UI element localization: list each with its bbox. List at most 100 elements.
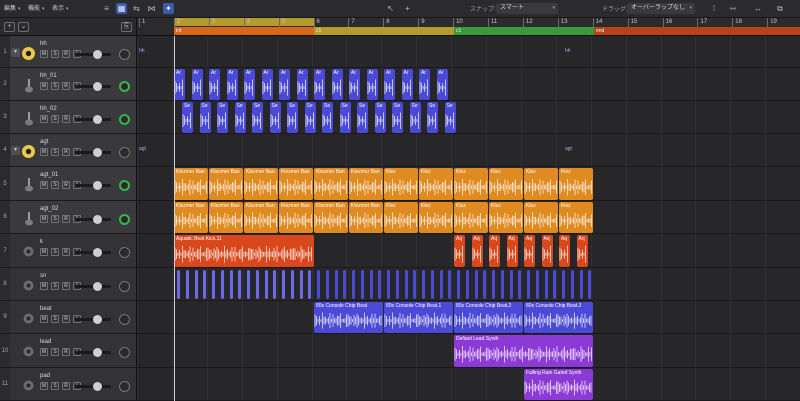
volume-fader[interactable] (75, 348, 111, 357)
region[interactable]: Aq (471, 235, 483, 267)
region[interactable] (238, 270, 242, 299)
region[interactable]: Se (444, 102, 456, 133)
record-button[interactable]: R (62, 315, 70, 323)
pan-knob[interactable] (119, 314, 130, 325)
region[interactable] (378, 270, 382, 299)
region[interactable] (352, 270, 355, 299)
region[interactable]: Klezmer Ban (209, 202, 243, 233)
track-header-sn[interactable]: 8snMSRI (0, 268, 137, 301)
region[interactable] (474, 270, 478, 299)
record-button[interactable]: R (62, 115, 70, 123)
record-button[interactable]: R (62, 50, 70, 58)
fader-knob[interactable] (93, 315, 102, 324)
region[interactable] (369, 270, 373, 299)
fader-knob[interactable] (93, 248, 102, 257)
solo-button[interactable]: S (51, 215, 59, 223)
track-name[interactable]: hh (40, 41, 47, 47)
record-button[interactable]: R (62, 215, 70, 223)
region[interactable]: Se (357, 102, 368, 133)
region[interactable] (570, 270, 574, 299)
region[interactable] (308, 270, 312, 299)
fader-knob[interactable] (93, 181, 102, 190)
region[interactable]: Aq (454, 235, 465, 267)
drag-select[interactable]: オーバーラップなし ▾ (627, 3, 695, 14)
marker-4[interactable]: end (594, 27, 800, 35)
region[interactable] (448, 270, 452, 299)
region[interactable] (457, 270, 460, 299)
lane-agt_01[interactable]: Klezmer Ban Klezmer Ban Klezmer Ban Klezmer… (137, 167, 800, 201)
region[interactable] (360, 270, 364, 299)
pan-knob[interactable] (119, 180, 130, 191)
track-name[interactable]: agt_02 (40, 206, 58, 212)
zoom-out-icon[interactable]: ↔ (752, 3, 764, 14)
region[interactable] (395, 270, 399, 299)
region[interactable] (509, 270, 513, 299)
region[interactable]: Defiant Lead Synth (454, 335, 593, 367)
record-button[interactable]: R (62, 282, 70, 290)
volume-fader[interactable] (75, 282, 111, 291)
region[interactable] (317, 270, 320, 299)
region[interactable] (185, 270, 189, 299)
region[interactable]: Ar (174, 69, 185, 100)
record-button[interactable]: R (62, 248, 70, 256)
region[interactable]: Aq (489, 235, 500, 267)
fader-knob[interactable] (93, 382, 102, 391)
lane-lead[interactable]: Defiant Lead Synth (137, 334, 800, 368)
region[interactable]: Klezmer Ban (174, 168, 208, 200)
fader-knob[interactable] (93, 282, 102, 291)
region[interactable]: Ar (226, 69, 238, 100)
track-header-agt[interactable]: 4▾agtMSRI (0, 134, 137, 167)
region[interactable]: Se (339, 102, 351, 133)
region[interactable] (535, 270, 539, 299)
pan-knob[interactable] (119, 49, 130, 60)
lane-hh[interactable]: hh hh (137, 36, 800, 68)
region[interactable]: Se (392, 102, 403, 133)
region[interactable]: Ar (349, 69, 360, 100)
region[interactable]: Klez (384, 168, 418, 200)
region[interactable]: Ar (331, 69, 343, 100)
solo-button[interactable]: S (51, 315, 59, 323)
mute-button[interactable]: M (40, 50, 48, 58)
region[interactable] (527, 270, 530, 299)
region[interactable]: Klezmer Ban (279, 168, 313, 200)
waveform-zoom-icon[interactable]: ⁞ (707, 3, 721, 14)
region[interactable] (282, 270, 285, 299)
track-header-hh_02[interactable]: 3hh_02MSRI (0, 101, 137, 134)
lane-k[interactable]: Aquatic Beat Kick.11 Aq Aq Aq Aq Aq Aq Aq Aq (137, 234, 800, 268)
region[interactable] (194, 270, 198, 299)
mute-button[interactable]: M (40, 82, 48, 90)
region[interactable]: Aquatic Beat Kick.11 (174, 235, 314, 267)
mute-button[interactable]: M (40, 115, 48, 123)
region[interactable]: Aq (506, 235, 518, 267)
disclosure-triangle-icon[interactable]: ▾ (11, 48, 20, 57)
region[interactable]: Klez (524, 168, 558, 200)
region[interactable]: Se (252, 102, 263, 133)
region[interactable]: Klezmer Ban (244, 168, 278, 200)
solo-button[interactable]: S (51, 282, 59, 290)
mute-button[interactable]: M (40, 148, 48, 156)
track-header-lead[interactable]: 10leadMSRI (0, 334, 137, 368)
add-track-button[interactable]: + (4, 22, 15, 32)
region[interactable]: 80s Console Chip Beat.3 (524, 302, 593, 333)
region[interactable]: Aq (559, 235, 570, 267)
record-button[interactable]: R (62, 82, 70, 90)
region[interactable]: Klezmer Ban (209, 168, 243, 200)
pan-knob[interactable] (119, 214, 130, 225)
lane-agt_02[interactable]: Klezmer Ban Klezmer Ban Klezmer Ban Klezmer… (137, 201, 800, 234)
region[interactable]: Klez (454, 168, 488, 200)
region[interactable]: Se (304, 102, 316, 133)
region[interactable] (439, 270, 443, 299)
pan-knob[interactable] (119, 114, 130, 125)
region[interactable]: Ar (209, 69, 220, 100)
catch-icon[interactable]: ✦ (163, 3, 174, 14)
region[interactable] (177, 270, 180, 299)
record-button[interactable]: R (62, 348, 70, 356)
region[interactable]: Se (322, 102, 333, 133)
region[interactable]: Falling Rain Gated Synth (524, 369, 593, 400)
mute-button[interactable]: M (40, 248, 48, 256)
marker-1[interactable]: int (174, 27, 314, 35)
track-name[interactable]: hh_01 (40, 73, 57, 79)
region[interactable]: Se (287, 102, 298, 133)
solo-button[interactable]: S (51, 148, 59, 156)
mute-button[interactable]: M (40, 181, 48, 189)
